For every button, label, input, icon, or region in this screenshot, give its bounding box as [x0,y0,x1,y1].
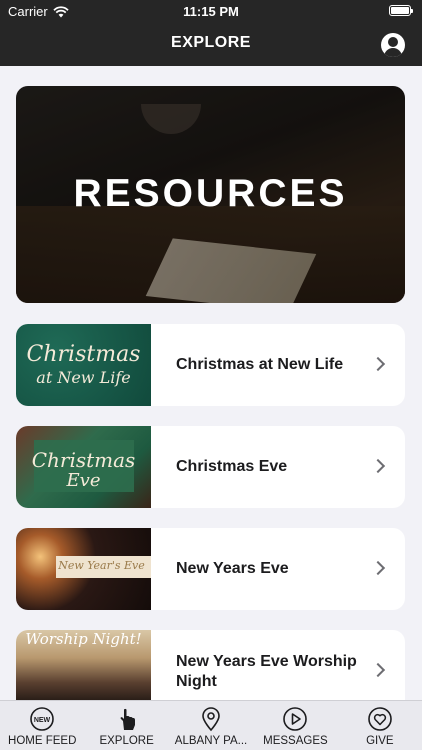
item-title: New Years Eve Worship Night [176,653,357,690]
tab-label: MESSAGES [263,735,328,747]
christmas-thumbnail: Christmas at New Life [16,324,151,406]
tab-albany-park[interactable]: ALBANY PA... [169,701,253,750]
person-circle-icon[interactable] [381,33,405,57]
chevron-right-icon [370,458,386,474]
item-title: New Years Eve [176,560,289,577]
new-badge-icon: NEW [30,707,55,731]
new-years-eve-thumbnail: New Year's Eve [16,528,151,610]
item-title: Christmas Eve [176,458,288,475]
list-item-christmas-eve[interactable]: Christmas Eve Christmas Eve [16,426,405,508]
worship-night-thumbnail: Worship Night! [16,630,151,700]
chevron-right-icon [370,662,386,678]
tab-label: GIVE [366,735,394,747]
status-time: 11:15 PM [183,4,239,19]
list-item-new-years-eve[interactable]: New Year's Eve New Years Eve [16,528,405,610]
tab-label: EXPLORE [99,735,154,747]
item-title: Christmas at New Life [176,356,344,373]
list-item-christmas-at-new-life[interactable]: Christmas at New Life Christmas at New L… [16,324,405,406]
chevron-right-icon [370,560,386,576]
tab-give[interactable]: GIVE [338,701,422,750]
resources-label: RESOURCES [73,172,348,215]
chevron-right-icon [370,356,386,372]
hand-pointer-icon [120,708,135,730]
battery-icon [389,5,413,16]
tab-label: ALBANY PA... [174,735,248,747]
svg-text:NEW: NEW [34,717,51,724]
play-circle-icon [283,707,308,731]
resources-banner[interactable]: RESOURCES [16,86,405,303]
tab-explore[interactable]: EXPLORE [84,701,168,750]
list-item-worship-night[interactable]: Worship Night! New Years Eve Worship Nig… [16,630,405,700]
heart-circle-icon [368,707,392,731]
tab-home-feed[interactable]: NEW HOME FEED [0,701,84,750]
tab-messages[interactable]: MESSAGES [253,701,337,750]
tab-label: HOME FEED [8,735,77,747]
christmas-eve-thumbnail: Christmas Eve [16,426,151,508]
location-pin-icon [202,707,220,732]
top-bar: Carrier 11:15 PM EXPLORE [0,0,422,66]
tab-bar: NEW HOME FEED EXPLORE ALBANY PA... MESSA… [0,700,422,750]
page-title: EXPLORE [171,34,251,51]
status-bar: Carrier 11:15 PM [0,0,422,22]
